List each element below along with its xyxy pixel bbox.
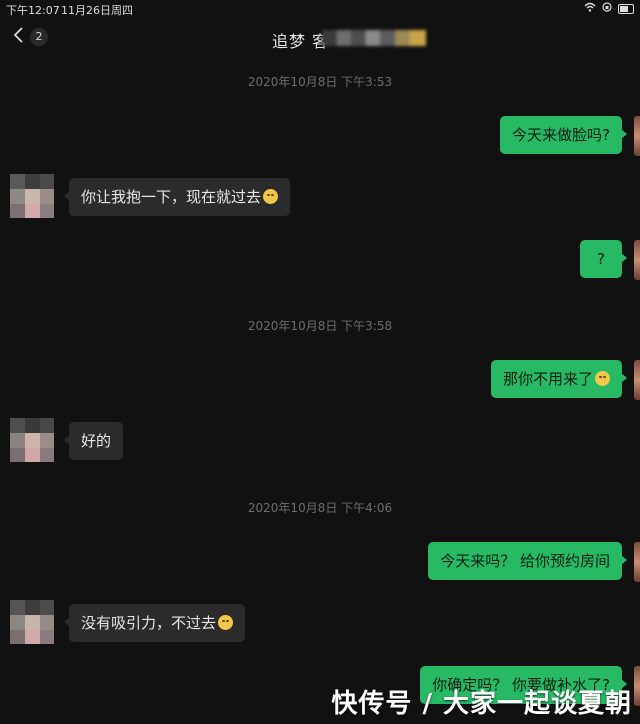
status-time: 下午12:07 [6,4,60,17]
message-text: 今天来吗？ 给你预约房间 [440,552,610,570]
contact-message-bubble[interactable]: 没有吸引力，不过去 [63,604,246,642]
message-text: 你让我抱一下，现在就过去 [81,188,262,206]
my-avatar[interactable] [634,116,640,156]
message-text: 没有吸引力，不过去 [81,614,217,632]
watermark-text: 快传号 / 大家一起谈夏朝 [331,689,632,719]
message-text: 好的 [81,432,112,450]
chat-title: 追梦 客 [272,32,330,51]
contact-message-bubble[interactable]: 好的 [63,422,124,460]
message-timestamp: 2020年10月8日 下午3:58 [247,319,393,333]
contact-avatar[interactable] [10,174,54,218]
smile-emoji-icon [263,189,279,204]
wifi-icon [584,2,596,15]
chat-header: 2 追梦 客 [0,18,640,58]
message-timestamp: 2020年10月8日 下午4:06 [247,501,393,515]
status-icons [584,2,634,15]
chat-screen: 下午12:07 11月26日周四 2 追梦 客 2020年10月8日 下午3:5… [0,0,640,724]
message-timestamp: 2020年10月8日 下午3:53 [247,75,393,89]
my-avatar[interactable] [634,240,640,280]
my-avatar[interactable] [634,542,640,582]
battery-icon [618,3,634,14]
my-message-bubble[interactable]: ? [580,240,627,278]
chevron-left-icon [12,26,24,47]
status-date: 11月26日周四 [61,4,133,17]
contact-avatar[interactable] [10,600,54,644]
rotation-lock-icon [602,2,612,15]
message-text: 今天来做脸吗? [512,126,610,144]
unread-count-badge: 2 [30,27,48,46]
my-avatar[interactable] [634,360,640,400]
message-text: 那你不用来了 [502,370,593,388]
redacted-name [322,30,426,46]
back-button[interactable]: 2 [12,26,48,47]
contact-avatar[interactable] [10,418,54,462]
message-text: ? [597,250,605,268]
my-message-bubble[interactable]: 今天来吗？ 给你预约房间 [428,542,627,580]
my-message-bubble[interactable]: 今天来做脸吗? [500,116,627,154]
my-avatar[interactable] [634,666,640,706]
laugh-emoji-icon [595,371,610,386]
smile-emoji-icon [218,615,234,630]
status-bar: 下午12:07 11月26日周四 [0,0,640,18]
my-message-bubble[interactable]: 那你不用来了 [490,360,628,398]
contact-message-bubble[interactable]: 你让我抱一下，现在就过去 [63,178,291,216]
